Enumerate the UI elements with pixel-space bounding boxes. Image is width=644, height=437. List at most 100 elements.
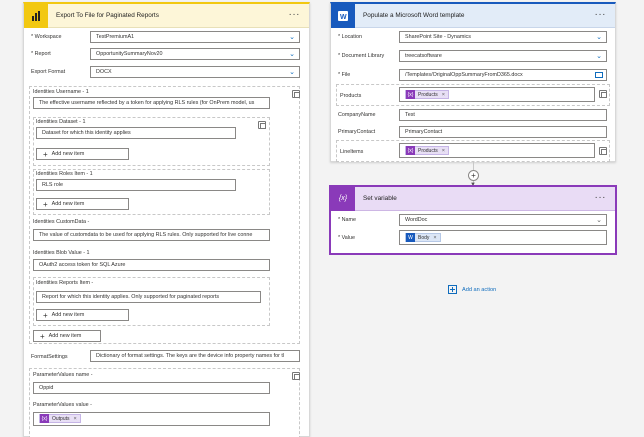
word-icon: W bbox=[331, 3, 355, 28]
chevron-down-icon: ⌄ bbox=[289, 51, 295, 58]
report-select[interactable]: OpportunitySummaryNov20 ⌄ bbox=[90, 48, 300, 60]
body-token[interactable]: W Body × bbox=[405, 233, 441, 243]
outputs-token[interactable]: {x} Outputs × bbox=[39, 414, 81, 424]
chevron-down-icon: ⌄ bbox=[289, 34, 295, 41]
add-action-button[interactable]: Add an action bbox=[448, 285, 496, 294]
format-settings-input[interactable]: Dictionary of format settings. The keys … bbox=[90, 350, 300, 362]
lineitems-token[interactable]: {x} Products × bbox=[405, 146, 449, 156]
remove-token-icon[interactable]: × bbox=[442, 90, 445, 100]
param-value-input[interactable]: {x} Outputs × bbox=[33, 412, 270, 426]
location-select[interactable]: SharePoint Site - Dynamics ⌄ bbox=[399, 31, 607, 43]
identities-customdata-label: Identities CustomData - bbox=[33, 219, 90, 225]
add-new-item-label: Add new item bbox=[48, 333, 82, 339]
variable-name-value: WordDoc bbox=[405, 217, 428, 223]
identities-roles-input[interactable]: RLS role bbox=[36, 179, 236, 191]
identities-customdata-input[interactable]: The value of customdata to be used for a… bbox=[33, 229, 270, 241]
add-new-item-label: Add new item bbox=[51, 201, 85, 207]
add-new-item-button[interactable]: + Add new item bbox=[36, 148, 129, 160]
report-value: OpportunitySummaryNov20 bbox=[96, 51, 163, 57]
plus-icon: + bbox=[43, 149, 48, 159]
folder-icon[interactable] bbox=[595, 72, 603, 78]
lineitems-label: LineItems bbox=[340, 149, 364, 155]
export-format-value: DOCX bbox=[96, 69, 112, 75]
format-settings-label: FormatSettings bbox=[31, 354, 68, 360]
word-card-menu[interactable]: ··· bbox=[595, 9, 607, 20]
set-variable-title: Set variable bbox=[363, 195, 397, 202]
word-card-header[interactable]: W Populate a Microsoft Word template ··· bbox=[331, 3, 615, 28]
identities-blob-input[interactable]: OAuth2 access token for SQL Azure bbox=[33, 259, 270, 271]
chevron-down-icon: ⌄ bbox=[289, 69, 295, 76]
products-input[interactable]: {x} Products × bbox=[399, 87, 595, 102]
products-token-label: Products bbox=[418, 91, 438, 98]
primary-contact-label: PrimaryContact bbox=[338, 129, 376, 135]
add-new-item-button[interactable]: + Add new item bbox=[36, 198, 129, 210]
plus-icon: + bbox=[40, 331, 45, 341]
variable-value-input[interactable]: W Body × bbox=[399, 230, 607, 245]
identities-blob-label: Identities Blob Value - 1 bbox=[33, 250, 90, 256]
switch-input-mode-icon[interactable] bbox=[292, 372, 300, 380]
identities-dataset-input[interactable]: Dataset for which this identity applies bbox=[36, 127, 236, 139]
file-input[interactable]: /Templates/OriginalOppSummaryFromD365.do… bbox=[399, 69, 607, 81]
export-card-header[interactable]: Export To File for Paginated Reports ··· bbox=[24, 3, 309, 28]
add-action-icon bbox=[448, 285, 457, 294]
products-token[interactable]: {x} Products × bbox=[405, 90, 449, 100]
add-new-item-button[interactable]: + Add new item bbox=[36, 309, 129, 321]
param-name-label: ParameterValues name - bbox=[33, 372, 93, 378]
identities-roles-label: Identities Roles Item - 1 bbox=[36, 171, 93, 177]
body-token-label: Body bbox=[418, 234, 430, 241]
remove-token-icon[interactable]: × bbox=[442, 146, 445, 156]
insert-step-button[interactable]: + bbox=[468, 170, 479, 181]
svg-text:W: W bbox=[340, 14, 347, 21]
lineitems-token-label: Products bbox=[418, 147, 438, 154]
set-variable-menu[interactable]: ··· bbox=[595, 192, 607, 203]
add-action-label: Add an action bbox=[462, 286, 497, 293]
variable-icon: {x} bbox=[331, 186, 355, 211]
add-new-item-label: Add new item bbox=[51, 151, 85, 157]
export-card-title: Export To File for Paginated Reports bbox=[56, 12, 159, 19]
workspace-value: TestPremiumA1 bbox=[96, 34, 135, 40]
export-card-menu[interactable]: ··· bbox=[289, 9, 301, 20]
switch-input-mode-icon[interactable] bbox=[599, 147, 607, 155]
identities-reports-label: Identities Reports Item - bbox=[36, 280, 94, 286]
remove-token-icon[interactable]: × bbox=[74, 414, 77, 424]
plus-icon: + bbox=[43, 199, 48, 209]
document-library-select[interactable]: treecatsoftware ⌄ bbox=[399, 50, 607, 62]
identities-reports-input[interactable]: Report for which this identity applies. … bbox=[36, 291, 261, 303]
location-label: * Location bbox=[338, 34, 362, 40]
param-name-input[interactable]: Oppid bbox=[33, 382, 270, 394]
param-value-label: ParameterValues value - bbox=[33, 402, 92, 408]
variable-name-label: * Name bbox=[338, 217, 356, 223]
workspace-select[interactable]: TestPremiumA1 ⌄ bbox=[90, 31, 300, 43]
export-format-label: Export Format bbox=[31, 69, 66, 75]
set-variable-header[interactable]: {x} Set variable ··· bbox=[331, 186, 615, 211]
outputs-token-label: Outputs bbox=[52, 415, 70, 422]
variable-icon: {x} bbox=[406, 146, 415, 156]
word-icon: W bbox=[406, 233, 415, 243]
file-value: /Templates/OriginalOppSummaryFromD365.do… bbox=[405, 72, 523, 78]
location-value: SharePoint Site - Dynamics bbox=[405, 34, 471, 40]
variable-name-select[interactable]: WordDoc ⌄ bbox=[399, 214, 607, 226]
chevron-down-icon: ⌄ bbox=[596, 34, 602, 41]
plus-icon: + bbox=[43, 310, 48, 320]
export-format-select[interactable]: DOCX ⌄ bbox=[90, 66, 300, 78]
file-label: * File bbox=[338, 72, 351, 78]
lineitems-input[interactable]: {x} Products × bbox=[399, 143, 595, 158]
report-label: * Report bbox=[31, 51, 51, 57]
export-to-file-card: Export To File for Paginated Reports ···… bbox=[23, 2, 310, 437]
switch-input-mode-icon[interactable] bbox=[292, 90, 300, 98]
switch-input-mode-icon[interactable] bbox=[258, 121, 266, 129]
remove-token-icon[interactable]: × bbox=[433, 233, 436, 243]
identities-username-input[interactable]: The effective username reflected by a to… bbox=[33, 97, 270, 109]
word-card-title: Populate a Microsoft Word template bbox=[363, 12, 465, 19]
scrollbar-track[interactable] bbox=[636, 0, 644, 437]
add-new-item-button[interactable]: + Add new item bbox=[33, 330, 101, 342]
variable-value-label: * Value bbox=[338, 235, 355, 241]
set-variable-card: {x} Set variable ··· * Name WordDoc ⌄ * V… bbox=[330, 186, 616, 254]
identities-dataset-label: Identities Dataset - 1 bbox=[36, 119, 86, 125]
company-name-input[interactable]: Test bbox=[399, 109, 607, 121]
document-library-value: treecatsoftware bbox=[405, 53, 442, 59]
primary-contact-input[interactable]: PrimaryContact bbox=[399, 126, 607, 138]
switch-input-mode-icon[interactable] bbox=[599, 90, 607, 98]
word-template-card: W Populate a Microsoft Word template ···… bbox=[330, 2, 616, 162]
chevron-down-icon: ⌄ bbox=[596, 217, 602, 224]
